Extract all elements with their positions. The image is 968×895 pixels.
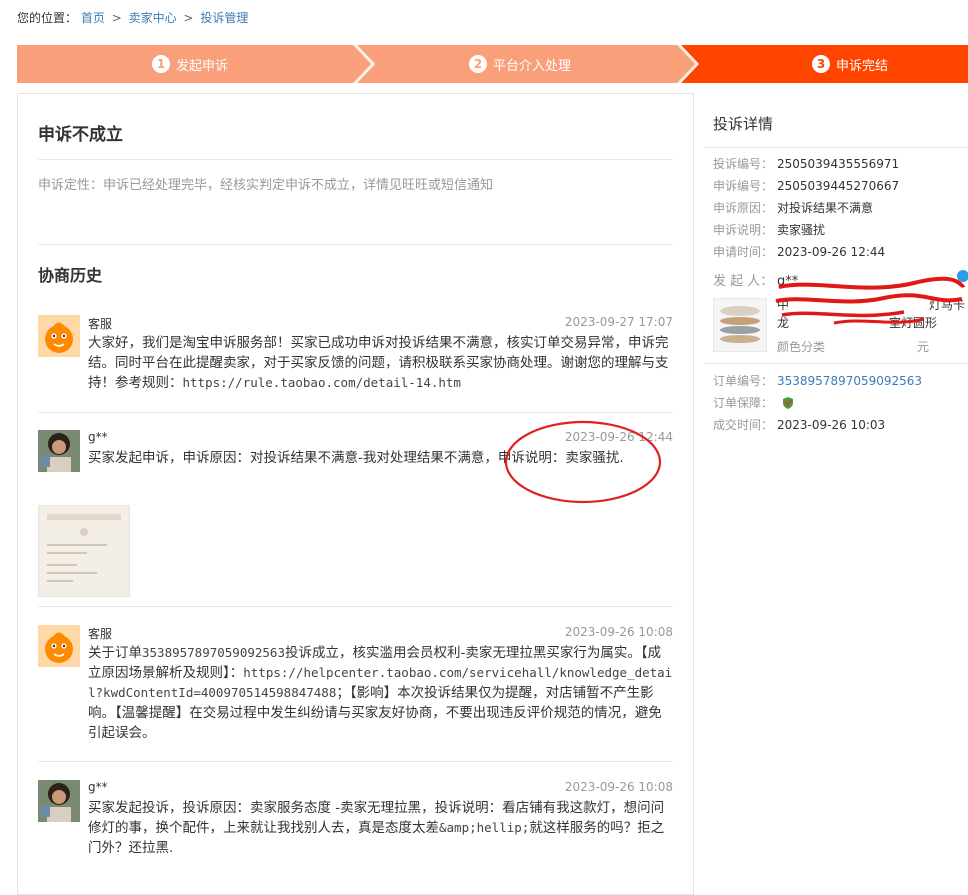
step-3: 3 申诉完结 <box>812 45 888 83</box>
step-1-number: 1 <box>152 55 170 73</box>
appeal-number-row: 申诉编号： 2505039445270667 <box>713 179 900 193</box>
order-number-link[interactable]: 3538957897059092563 <box>777 374 922 388</box>
divider <box>704 147 968 148</box>
rule-link[interactable]: https://rule.taobao.com/detail-14.htm <box>183 375 461 390</box>
message-sender: 客服 <box>88 317 113 331</box>
taobao-mascot-avatar <box>38 315 80 357</box>
step-2-label: 平台介入处理 <box>493 58 572 74</box>
appeal-description: 卖家骚扰 <box>777 223 826 237</box>
user-photo-avatar <box>38 780 80 822</box>
step-2-number: 2 <box>469 55 487 73</box>
divider <box>38 761 673 762</box>
breadcrumb-complaint-management-link[interactable]: 投诉管理 <box>200 11 248 25</box>
complaint-details-panel: 投诉详情 投诉编号： 2505039435556971 申诉编号： 25050394… <box>694 93 968 893</box>
details-title: 投诉详情 <box>713 115 774 133</box>
complaint-number-row: 投诉编号： 2505039435556971 <box>713 157 900 171</box>
divider <box>38 412 673 413</box>
message-time: 2023-09-27 17:07 <box>564 315 673 329</box>
divider <box>704 363 968 364</box>
order-guarantee-row: 订单保障： <box>713 394 795 411</box>
apply-time: 2023-09-26 12:44 <box>777 245 886 259</box>
apply-time-row: 申请时间： 2023-09-26 12:44 <box>713 245 886 259</box>
breadcrumb-separator: > <box>111 11 122 25</box>
message-sender: g** <box>88 780 108 794</box>
history-message: g** 2023-09-26 12:44 买家发起申诉，申诉原因：对投诉结果不满… <box>38 420 673 610</box>
red-redaction-scribble <box>775 276 966 325</box>
guarantee-shield-icon <box>782 397 793 409</box>
divider <box>38 244 673 245</box>
complaint-number: 2505039435556971 <box>777 157 900 171</box>
red-circle-annotation <box>504 420 662 504</box>
message-time: 2023-09-26 10:08 <box>564 625 673 639</box>
history-message: g** 2023-09-26 10:08 买家发起投诉，投诉原因：卖家服务态度 … <box>38 780 673 880</box>
step-3-number: 3 <box>812 55 830 73</box>
breadcrumb-prefix: 您的位置： <box>17 11 78 25</box>
divider <box>38 159 673 160</box>
progress-steps: 1 发起申诉 2 平台介入处理 3 申诉完结 <box>17 45 968 83</box>
step-1: 1 发起申诉 <box>152 45 228 83</box>
step-2: 2 平台介入处理 <box>469 45 571 83</box>
deal-time-row: 成交时间： 2023-09-26 10:03 <box>713 418 886 432</box>
message-body: 买家发起投诉，投诉原因：卖家服务态度 -卖家无理拉黑，投诉说明：看店铺有我这款灯… <box>88 800 665 856</box>
appeal-number: 2505039445270667 <box>777 179 900 193</box>
message-sender: 客服 <box>88 627 113 641</box>
appeal-main-panel: 申诉不成立 申诉定性：申诉已经处理完毕，经核实判定申诉不成立，详情见旺旺或短信通… <box>17 93 694 895</box>
message-sender: g** <box>88 430 108 444</box>
order-number-row: 订单编号： 3538957897059092563 <box>713 374 923 388</box>
step-1-label: 发起申诉 <box>176 58 229 74</box>
evidence-image-thumbnail[interactable] <box>38 505 130 597</box>
result-title: 申诉不成立 <box>38 125 123 145</box>
appeal-reason: 对投诉结果不满意 <box>777 201 874 215</box>
message-body: 关于订单3538957897059092563投诉成立，核实滥用会员权利-卖家无… <box>88 645 673 741</box>
taobao-mascot-avatar <box>38 625 80 667</box>
history-message: 客服 2023-09-27 17:07 大家好，我们是淘宝申诉服务部！买家已成功… <box>38 315 673 415</box>
product-image[interactable] <box>713 298 767 352</box>
history-message: 客服 2023-09-26 10:08 关于订单3538957897059092… <box>38 625 673 765</box>
breadcrumb-separator: > <box>183 11 194 25</box>
breadcrumb: 您的位置： 首页 > 卖家中心 > 投诉管理 <box>17 9 248 26</box>
user-photo-avatar <box>38 430 80 472</box>
conclusion-text: 申诉定性：申诉已经处理完毕，经核实判定申诉不成立，详情见旺旺或短信通知 <box>38 178 494 193</box>
divider <box>38 606 673 607</box>
breadcrumb-home-link[interactable]: 首页 <box>81 11 105 25</box>
breadcrumb-seller-center-link[interactable]: 卖家中心 <box>129 11 177 25</box>
product-sku: 颜色分类元 <box>777 340 930 354</box>
message-body: 大家好，我们是淘宝申诉服务部！买家已成功申诉对投诉结果不满意，核实订单交易异常，… <box>88 335 669 391</box>
appeal-description-row: 申诉说明： 卖家骚扰 <box>713 223 826 237</box>
appeal-reason-row: 申诉原因： 对投诉结果不满意 <box>713 201 874 215</box>
deal-time: 2023-09-26 10:03 <box>777 418 886 432</box>
step-3-label: 申诉完结 <box>836 58 889 74</box>
message-time: 2023-09-26 10:08 <box>564 780 673 794</box>
history-title: 协商历史 <box>38 266 103 285</box>
